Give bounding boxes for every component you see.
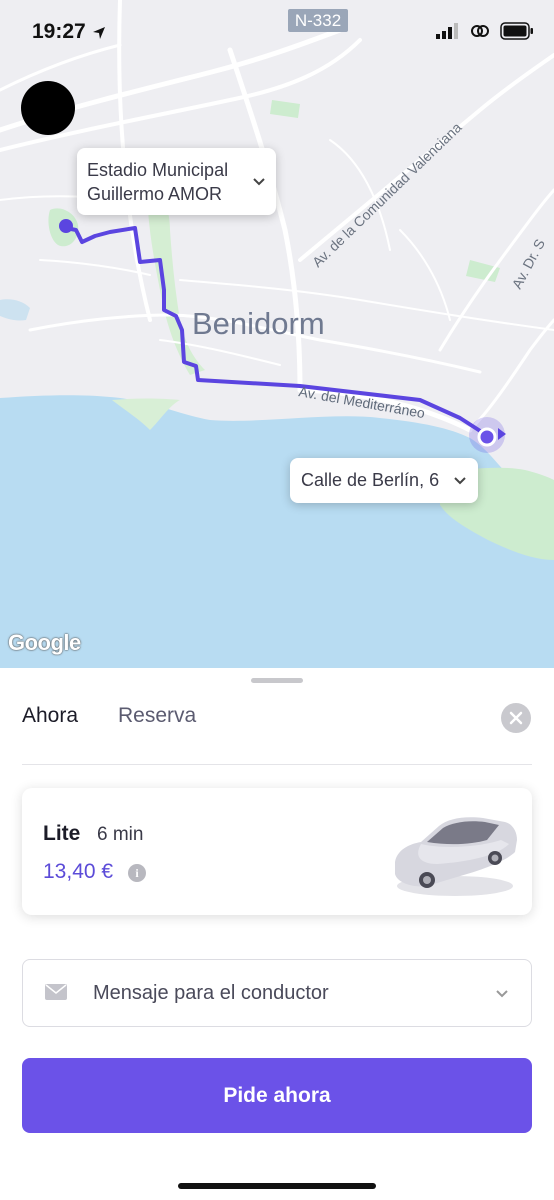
tab-reserva[interactable]: Reserva [118,704,196,728]
city-label: Benidorm [192,306,325,341]
signal-icon [436,23,458,39]
street-label-dr: Av. Dr. S [509,236,548,291]
close-icon [509,711,523,725]
destination-callout[interactable]: Calle de Berlín, 6 [290,458,478,503]
ride-eta: 6 min [97,824,144,845]
status-bar: 19:27 [0,0,554,64]
info-icon[interactable]: i [128,864,146,882]
road-network [0,0,554,433]
divider [22,764,532,765]
status-time: 19:27 [32,20,86,43]
origin-line-1: Estadio Municipal [87,159,229,180]
bottom-sheet: Ahora Reserva Lite 6 min 13,40 € i Mensa… [0,668,554,1200]
driver-message-field[interactable]: Mensaje para el conductor [22,959,532,1027]
order-now-button[interactable]: Pide ahora [22,1058,532,1133]
battery-icon [500,22,533,40]
park-area [148,190,205,375]
park-area [466,260,500,282]
google-attribution: Google [8,630,81,655]
map-canvas: Av. de la Comunidad Valenciana Av. del M… [0,0,554,668]
chevron-down-icon [454,476,466,484]
destination-callout-text: Calle de Berlín, 6 [301,470,440,490]
sheet-grabber[interactable] [251,678,303,683]
origin-line-2: Guillermo AMOR [87,183,223,204]
status-icons [436,22,534,40]
chevron-down-icon [253,177,265,185]
link-icon [471,25,489,37]
origin-dot-icon [59,219,73,233]
map-view[interactable]: Av. de la Comunidad Valenciana Av. del M… [0,0,554,668]
driver-message-placeholder: Mensaje para el conductor [93,982,329,1004]
ride-name: Lite [43,822,81,845]
street-label-mediterraneo: Av. del Mediterráneo [297,383,426,421]
location-arrow-icon [93,27,105,39]
envelope-icon [45,984,67,1000]
tab-ahora[interactable]: Ahora [22,704,78,728]
origin-callout-text: Estadio Municipal Guillermo AMOR [87,158,246,206]
car-icon [395,817,517,896]
park-area [270,100,300,118]
avatar-menu-button[interactable] [21,81,75,135]
ride-option-card[interactable]: Lite 6 min 13,40 € i [22,788,532,915]
ride-price: 13,40 € [43,860,114,883]
chevron-down-icon [496,990,508,998]
destination-pin-icon [477,427,497,447]
home-indicator [178,1183,376,1189]
origin-callout[interactable]: Estadio Municipal Guillermo AMOR [77,148,276,215]
close-button[interactable] [501,703,531,733]
water-area [0,299,30,321]
